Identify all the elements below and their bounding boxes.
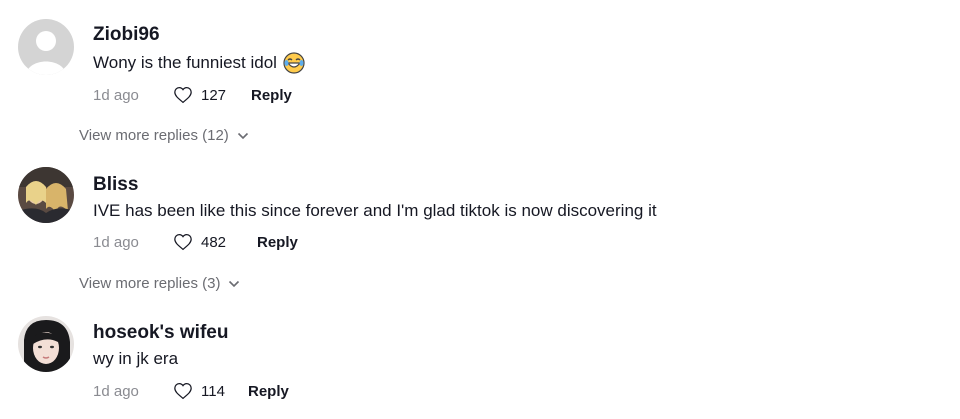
like-count: 114 (201, 382, 225, 400)
comment-username[interactable]: Ziobi96 (93, 24, 160, 46)
view-more-replies-button[interactable]: View more replies (3) (79, 275, 240, 292)
view-more-replies-button[interactable]: View more replies (12) (79, 127, 249, 144)
comment-meta: 1d ago 482 Reply (93, 233, 298, 251)
comment-text-content: IVE has been like this since forever and… (93, 201, 657, 220)
comment-time: 1d ago (93, 382, 139, 400)
chevron-down-icon (237, 132, 248, 139)
comment-text: IVE has been like this since forever and… (93, 201, 657, 221)
photo-avatar-icon (18, 167, 74, 223)
laughing-emoji-icon (283, 52, 305, 74)
like-count: 127 (201, 86, 227, 104)
avatar[interactable] (18, 316, 74, 372)
comment-time: 1d ago (93, 233, 139, 251)
reply-button[interactable]: Reply (251, 87, 292, 104)
avatar[interactable] (18, 19, 74, 75)
photo-avatar-icon (18, 316, 74, 372)
like-button[interactable]: 127 (173, 86, 251, 104)
comment-meta: 1d ago 114 Reply (93, 382, 289, 400)
comment-item: hoseok's wifeu wy in jk era 1d ago 114 R… (0, 300, 960, 419)
comment-text-content: wy in jk era (93, 349, 179, 368)
reply-button[interactable]: Reply (257, 234, 298, 251)
default-avatar-icon (18, 19, 74, 75)
heart-icon (174, 234, 192, 251)
comment-username[interactable]: hoseok's wifeu (93, 322, 228, 344)
chevron-down-icon (229, 280, 240, 287)
comment-meta: 1d ago 127 Reply (93, 86, 292, 104)
view-more-label: View more replies (3) (79, 275, 221, 292)
like-button[interactable]: 114 (173, 382, 248, 400)
heart-icon (174, 383, 192, 400)
view-more-label: View more replies (12) (79, 127, 229, 144)
avatar[interactable] (18, 167, 74, 223)
comment-text: Wony is the funniest idol (93, 52, 305, 74)
like-count: 482 (201, 233, 227, 251)
comment-time: 1d ago (93, 86, 139, 104)
heart-icon (174, 87, 192, 104)
like-button[interactable]: 482 (173, 233, 257, 251)
comment-text-content: Wony is the funniest idol (93, 53, 277, 72)
comment-item: Bliss IVE has been like this since forev… (0, 150, 960, 300)
comment-text: wy in jk era (93, 349, 178, 369)
reply-button[interactable]: Reply (248, 383, 289, 400)
comment-item: Ziobi96 Wony is the funniest idol 1d ago… (0, 0, 960, 150)
comment-username[interactable]: Bliss (93, 174, 138, 196)
